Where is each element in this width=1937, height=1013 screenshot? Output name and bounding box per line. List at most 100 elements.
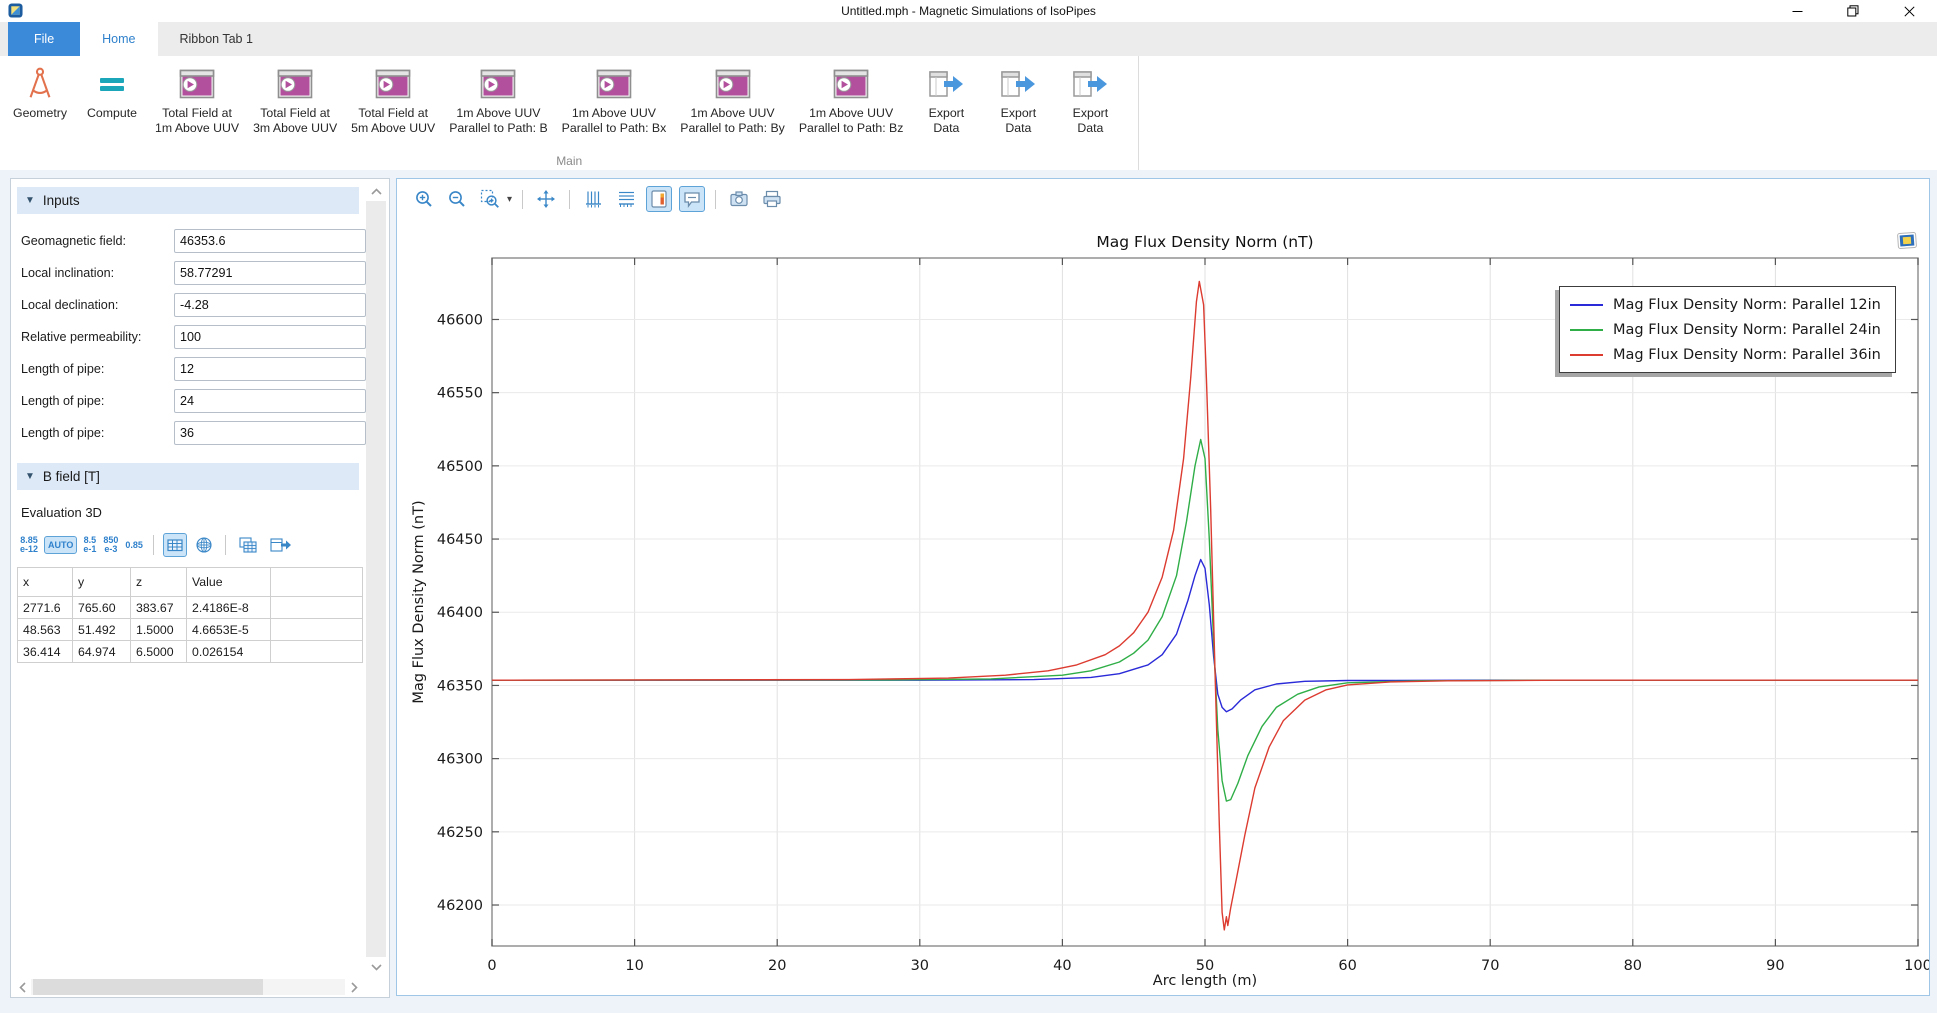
x-tick-label: 20 [768,958,786,974]
table-cell: 6.5000 [131,641,187,663]
input-relative-permeability-3[interactable] [174,325,366,349]
export-data-icon [928,64,964,104]
collapse-triangle-icon: ▼ [25,195,35,206]
window-title: Untitled.mph - Magnetic Simulations of I… [0,4,1937,18]
plot-group-icon [596,64,632,104]
plot-group-icon [375,64,411,104]
form-row-relative-permeability-3: Relative permeability: [11,325,371,351]
table-row[interactable]: 36.41464.9746.50000.026154 [18,641,363,663]
ribbon-tab-strip: File Home Ribbon Tab 1 [0,22,1937,56]
ribbon-button-total-field-at-3m-above-uuv-3[interactable]: Total Field at 3m Above UUV [246,62,344,138]
ribbon-button-label: Total Field at 3m Above UUV [253,106,337,136]
x-tick-label: 80 [1624,958,1642,974]
table-cell [271,597,363,619]
ribbon-button-compute-1[interactable]: Compute [76,62,148,123]
table-cell: 64.974 [73,641,131,663]
table-cell: 383.67 [131,597,187,619]
restore-button[interactable] [1825,0,1881,22]
ribbon-button-label: Compute [87,106,137,121]
plot-group-corner-icon[interactable] [1896,231,1917,249]
field-label: Length of pipe: [21,426,104,440]
bfield-section-header[interactable]: ▼ B field [T] [17,463,359,490]
inputs-section-header[interactable]: ▼ Inputs [17,187,359,214]
column-header-empty [271,568,363,597]
table-row[interactable]: 2771.6765.60383.672.4186E-8 [18,597,363,619]
field-label: Length of pipe: [21,362,104,376]
ribbon-button-1m-above-uuv-parallel-to-path-by-7[interactable]: 1m Above UUV Parallel to Path: By [673,62,792,138]
minimize-button[interactable] [1769,0,1825,22]
input-geomagnetic-field-0[interactable] [174,229,366,253]
title-bar: Untitled.mph - Magnetic Simulations of I… [0,0,1937,23]
y-tick-label: 46300 [437,752,483,768]
scrollbar-track[interactable] [366,201,386,957]
export-data-icon [1000,64,1036,104]
y-tick-label: 46450 [437,532,483,548]
form-row-length-of-pipe-5: Length of pipe: [11,389,371,415]
input-local-declination-2[interactable] [174,293,366,317]
inputs-section-title: Inputs [43,193,80,208]
ribbon-button-total-field-at-5m-above-uuv-4[interactable]: Total Field at 5m Above UUV [344,62,442,138]
ribbon-button-label: 1m Above UUV Parallel to Path: B [449,106,547,136]
form-row-geomagnetic-field-0: Geomagnetic field: [11,229,371,255]
y-tick-label: 46550 [437,386,483,402]
chart-title: Mag Flux Density Norm (nT) [1096,233,1313,251]
ribbon-button-1m-above-uuv-parallel-to-path-bz-8[interactable]: 1m Above UUV Parallel to Path: Bz [792,62,911,138]
x-axis-label: Arc length (m) [1153,973,1257,989]
tab-home[interactable]: Home [80,22,157,56]
table-cell [271,641,363,663]
ribbon-button-geometry-0[interactable]: Geometry [4,62,76,123]
tab-file[interactable]: File [8,22,80,56]
scroll-left-icon[interactable] [13,977,31,997]
precision-example-engineering-button[interactable]: 850e-3 [102,534,119,556]
ribbon-button-1m-above-uuv-parallel-to-path-b-5[interactable]: 1m Above UUV Parallel to Path: B [442,62,554,138]
precision-example-scientific-button[interactable]: 8.85e-12 [19,534,39,556]
y-tick-label: 46200 [437,898,483,914]
spherical-view-icon[interactable] [192,533,216,557]
ribbon-button-label: Geometry [13,106,67,121]
column-header-y: y [73,568,131,597]
ribbon-button-export-data-10[interactable]: Export Data [982,62,1054,138]
close-button[interactable] [1881,0,1937,22]
table-cell: 765.60 [73,597,131,619]
ribbon-button-total-field-at-1m-above-uuv-2[interactable]: Total Field at 1m Above UUV [148,62,246,138]
content-area: ▼ Inputs Geomagnetic field: Local inclina… [0,170,1937,1013]
ribbon-button-label: Total Field at 5m Above UUV [351,106,435,136]
ribbon-button-export-data-11[interactable]: Export Data [1054,62,1126,138]
tab-ribbon-tab-1[interactable]: Ribbon Tab 1 [158,22,275,56]
legend-entry-mag-flux-density-norm-parallel-12in: Mag Flux Density Norm: Parallel 12in [1570,292,1881,317]
x-tick-label: 70 [1481,958,1499,974]
input-length-of-pipe-4[interactable] [174,357,366,381]
plot-group-icon [480,64,516,104]
column-header-z: z [131,568,187,597]
form-row-local-inclination-1: Local inclination: [11,261,371,287]
form-row-local-declination-2: Local declination: [11,293,371,319]
precision-example-exponent-button[interactable]: 8.5e-1 [82,534,97,556]
input-local-inclination-1[interactable] [174,261,366,285]
table-cell: 0.026154 [187,641,271,663]
scroll-down-icon[interactable] [363,957,389,977]
evaluation-3d-label: Evaluation 3D [21,505,102,520]
column-header-value: Value [187,568,271,597]
precision-example-decimal-button[interactable]: 0.85 [124,539,144,552]
scrollbar-thumb[interactable] [33,979,263,995]
x-tick-label: 90 [1766,958,1784,974]
legend-entry-mag-flux-density-norm-parallel-24in: Mag Flux Density Norm: Parallel 24in [1570,317,1881,342]
scroll-right-icon[interactable] [345,977,363,997]
scroll-up-icon[interactable] [363,181,389,201]
input-length-of-pipe-5[interactable] [174,389,366,413]
copy-table-icon[interactable] [235,533,261,557]
ribbon-button-export-data-9[interactable]: Export Data [910,62,982,138]
bfield-section-title: B field [T] [43,469,100,484]
field-label: Local declination: [21,298,118,312]
ribbon-button-1m-above-uuv-parallel-to-path-bx-6[interactable]: 1m Above UUV Parallel to Path: Bx [555,62,674,138]
application-window: { "window": { "title": "Untitled.mph - M… [0,0,1937,1013]
graphics-panel: ▾ 01020304050607080901004620046250463004… [396,178,1930,996]
input-length-of-pipe-6[interactable] [174,421,366,445]
notation-auto-button[interactable]: AUTO [44,536,77,554]
table-view-icon[interactable] [163,533,187,557]
toolbar-separator [153,535,154,555]
settings-horizontal-scrollbar[interactable] [13,977,363,997]
export-table-icon[interactable] [266,533,294,557]
table-row[interactable]: 48.56351.4921.50004.6653E-5 [18,619,363,641]
settings-vertical-scrollbar[interactable] [363,181,389,977]
